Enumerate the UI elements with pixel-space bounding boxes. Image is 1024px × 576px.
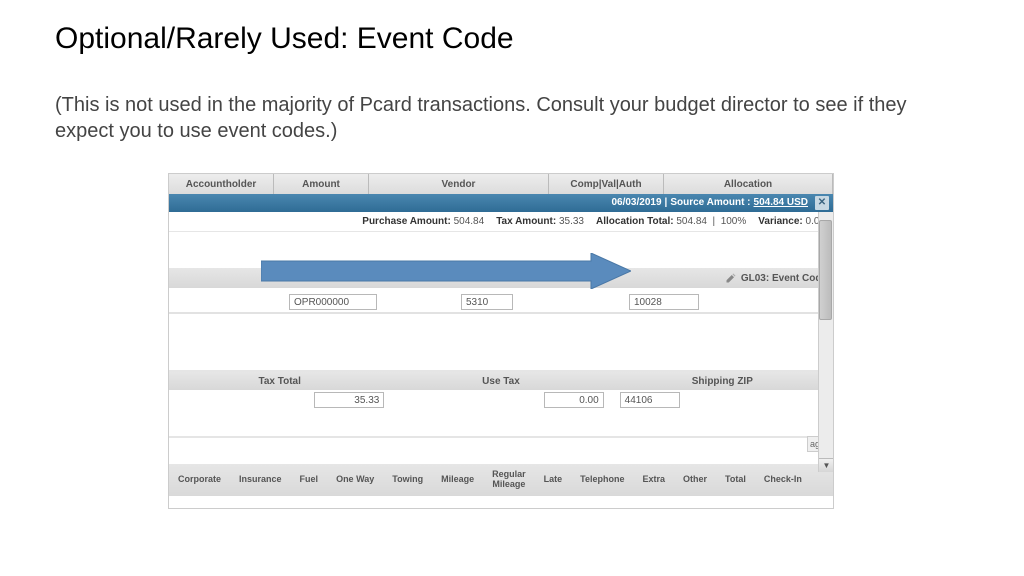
cat-other[interactable]: Other — [674, 475, 716, 485]
cat-telephone[interactable]: Telephone — [571, 475, 633, 485]
cat-extra[interactable]: Extra — [633, 475, 674, 485]
gl03-label: GL03: Event Code — [741, 273, 827, 284]
tab-accountholder[interactable]: Accountholder — [169, 174, 274, 194]
spacer — [169, 438, 833, 464]
source-amount-bar: 06/03/2019 | Source Amount : 504.84 USD … — [169, 194, 833, 212]
tab-compvalauth[interactable]: Comp|Val|Auth — [549, 174, 664, 194]
cat-fuel[interactable]: Fuel — [291, 475, 328, 485]
tax-total-header: Tax Total — [169, 372, 390, 390]
event-code-section: GL03: Event Code OPR000000 5310 10028 — [169, 232, 833, 314]
vertical-scrollbar[interactable]: ▼ — [818, 212, 833, 472]
close-icon[interactable]: ✕ — [815, 196, 829, 210]
cat-insurance[interactable]: Insurance — [230, 475, 291, 485]
spacer — [169, 414, 833, 438]
alloc-label: Allocation Total: — [596, 216, 674, 227]
alloc-value: 504.84 — [676, 216, 707, 227]
shipping-zip-header: Shipping ZIP — [612, 372, 833, 390]
source-label: Source Amount : — [670, 194, 750, 212]
cat-late[interactable]: Late — [535, 475, 572, 485]
input-row: OPR000000 5310 10028 — [169, 292, 833, 312]
tab-row: Accountholder Amount Vendor Comp|Val|Aut… — [169, 174, 833, 194]
cat-towing[interactable]: Towing — [383, 475, 432, 485]
pencil-icon[interactable] — [725, 272, 737, 284]
purchase-label: Purchase Amount: — [362, 216, 451, 227]
tax-value: 35.33 — [559, 216, 584, 227]
cat-regular-mileage[interactable]: Regular Mileage — [483, 470, 535, 490]
page-title: Optional/Rarely Used: Event Code — [55, 22, 514, 56]
use-tax-input[interactable]: 0.00 — [544, 392, 604, 408]
shipping-zip-input[interactable]: 44106 — [620, 392, 680, 408]
cat-checkin[interactable]: Check-In — [755, 475, 811, 485]
tax-total-input[interactable]: 35.33 — [314, 392, 384, 408]
page-subtitle: (This is not used in the majority of Pca… — [55, 92, 955, 144]
category-header-row: Corporate Insurance Fuel One Way Towing … — [169, 464, 833, 496]
tab-vendor[interactable]: Vendor — [369, 174, 549, 194]
event-code-input[interactable]: 10028 — [629, 294, 699, 310]
spacer — [169, 314, 833, 372]
variance-label: Variance: — [758, 216, 802, 227]
scrollbar-thumb[interactable] — [819, 220, 832, 320]
cat-oneway[interactable]: One Way — [327, 475, 383, 485]
purchase-value: 504.84 — [454, 216, 485, 227]
cat-corporate[interactable]: Corporate — [169, 475, 230, 485]
source-date: 06/03/2019 — [611, 194, 661, 212]
tax-section: Tax Total Use Tax Shipping ZIP 35.33 0.0… — [169, 372, 833, 412]
scroll-down-button[interactable]: ▼ — [819, 458, 834, 472]
tab-amount[interactable]: Amount — [274, 174, 369, 194]
tax-label: Tax Amount: — [496, 216, 556, 227]
cat-mileage[interactable]: Mileage — [432, 475, 483, 485]
gl03-header: GL03: Event Code — [725, 270, 827, 286]
alloc-pct: 100% — [721, 216, 747, 227]
field-code[interactable]: 5310 — [461, 294, 513, 310]
app-window: Accountholder Amount Vendor Comp|Val|Aut… — [168, 173, 834, 509]
cat-total[interactable]: Total — [716, 475, 755, 485]
use-tax-header: Use Tax — [390, 372, 611, 390]
field-opr[interactable]: OPR000000 — [289, 294, 377, 310]
tab-allocation[interactable]: Allocation — [664, 174, 833, 194]
source-amount[interactable]: 504.84 USD — [754, 194, 808, 212]
summary-row: Purchase Amount: 504.84 Tax Amount: 35.3… — [169, 212, 833, 232]
